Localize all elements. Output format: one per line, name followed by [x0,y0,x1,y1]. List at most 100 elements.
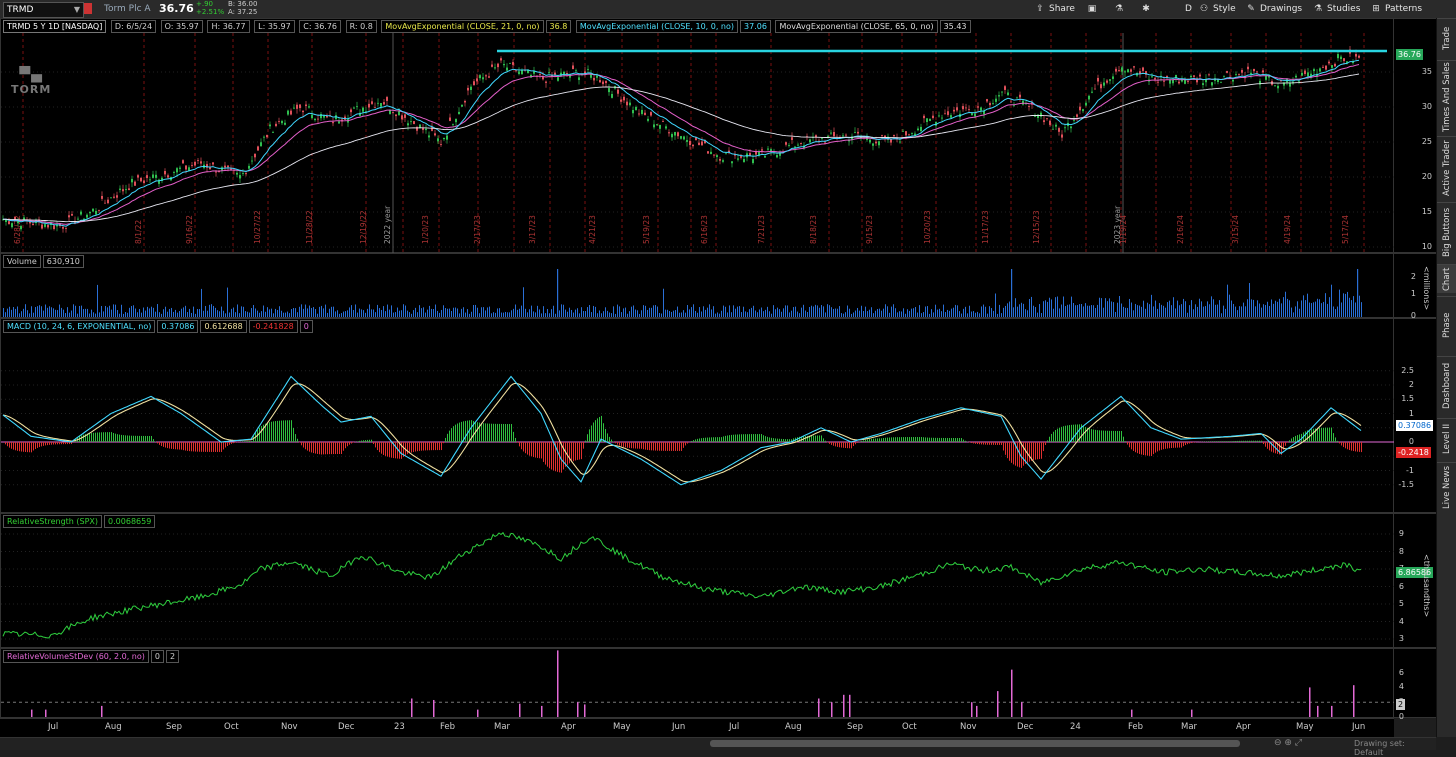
macd-histogram-bar [1331,428,1332,442]
macd-histogram-bar [777,439,778,442]
candle-body [638,114,640,115]
rvol-bar [1131,710,1133,717]
volume-bar [289,313,290,317]
right-sidebar: Trade Times And Sales Active Trader Big But… [1436,18,1456,737]
time-scrollbar[interactable]: ⊖ ⊕ ⤢ Drawing set: Default [0,737,1436,750]
volume-bar [365,313,366,317]
volume-bar [1115,312,1116,317]
volume-bar [611,313,612,317]
macd-histogram-bar [1325,428,1326,442]
price-tick: 15 [1422,207,1432,216]
volume-bar [883,309,884,317]
time-axis[interactable]: JulAugSepOctNovDec23FebMarAprMayJunJulAu… [0,718,1394,737]
volume-bar [571,310,572,317]
candle-body [1103,83,1105,86]
macd-axis[interactable]: 2.521.510.50-0.5-1-1.5 0.37086 -0.2418 [1394,318,1436,513]
volume-bar [917,313,918,317]
drawings-button[interactable]: ✎Drawings [1245,2,1302,16]
candle-body [1301,73,1303,76]
rs-axis[interactable]: 9876543 6.86586 <thousandths> [1394,513,1436,648]
rs-pane[interactable]: RelativeStrength (SPX)0.0068659 [0,513,1394,648]
volume-pane[interactable]: Volume630,910 [0,253,1394,318]
macd-tick: -1 [1406,466,1414,475]
time-axis-label: Mar [1181,722,1197,732]
tab-phase-scores[interactable]: Phase Scores [1437,296,1456,353]
share-button[interactable]: ⇪Share [1034,2,1075,16]
candle-body [1355,54,1357,57]
macd-pane[interactable]: MACD (10, 24, 6, EXPONENTIAL, no)0.37086… [0,318,1394,513]
studies-button[interactable]: ⚗Studies [1312,2,1360,16]
volume-bar [1063,297,1064,317]
macd-zero: 0 [300,320,313,333]
volume-bar [99,312,100,317]
macd-histogram-bar [871,439,872,442]
volume-bar [893,304,894,317]
candle-body [143,181,145,184]
d-button[interactable]: D [1170,2,1192,16]
rvol-bar [997,691,999,717]
volume-bar [5,312,6,317]
macd-histogram-bar [143,436,144,442]
rvol-pane[interactable]: RelativeVolumeStDev (60, 2.0, no)02 [0,648,1394,718]
rvol-tick: 0 [1399,712,1404,721]
volume-bar [895,308,896,317]
macd-histogram-bar [167,442,168,448]
candle-body [1154,78,1156,79]
volume-bar [591,312,592,317]
macd-histogram-bar [5,442,6,444]
macd-histogram-bar [579,442,580,459]
volume-bar [113,304,114,317]
volume-bar [1235,307,1236,317]
candle-body [1325,65,1327,69]
candle-body [971,113,973,115]
tab-times-and-sales[interactable]: Times And Sales [1437,60,1456,133]
tab-dashboard[interactable]: Dashboard [1437,356,1456,415]
candle-body [512,62,514,65]
macd-histogram-bar [721,437,722,442]
volume-bar [511,310,512,317]
tab-level-ii[interactable]: Level II [1437,418,1456,459]
flask-button[interactable]: ⚗ [1113,2,1128,16]
macd-histogram-bar [591,425,592,442]
macd-histogram-bar [1329,428,1330,442]
volume-bar [807,312,808,317]
volume-bar [733,305,734,317]
volume-bar [577,308,578,317]
tab-active-trader[interactable]: Active Trader [1437,136,1456,199]
zoom-controls[interactable]: ⊖ ⊕ ⤢ [1274,738,1302,748]
tab-live-news[interactable]: Live News [1437,462,1456,511]
snapshot-button[interactable]: ▣ [1086,2,1101,16]
price-axis[interactable]: 353025201510 36.76 [1394,18,1436,253]
candle-body [107,200,109,203]
tab-chart[interactable]: Chart [1437,264,1456,293]
flag-icon[interactable] [84,3,92,14]
volume-bar [811,306,812,317]
macd-histogram-bar [385,442,386,456]
gear-button[interactable]: ✱ [1140,2,1155,16]
volume-bar [325,305,326,317]
macd-histogram-bar [597,418,598,442]
macd-histogram-bar [443,442,444,443]
price-pane[interactable]: 6/28/228/1/229/16/2210/27/2211/28/2212/1… [0,18,1394,253]
macd-histogram-bar [1323,428,1324,442]
tab-trade[interactable]: Trade [1437,18,1456,57]
chevron-down-icon[interactable]: ▼ [74,3,80,17]
scrollbar-thumb[interactable] [710,740,1240,747]
macd-histogram-bar [1217,441,1218,442]
patterns-button[interactable]: ⊞Patterns [1370,2,1422,16]
volume-bar [903,308,904,317]
candle-body [1055,125,1057,127]
volume-bar [203,311,204,317]
volume-bar [547,309,548,317]
volume-bar [541,313,542,317]
style-button[interactable]: ⚇Style [1198,2,1236,16]
volume-bar [761,308,762,317]
candle-body [515,70,517,71]
volume-bar [1291,308,1292,317]
rvol-axis[interactable]: 6420 2 [1394,648,1436,718]
tab-big-buttons[interactable]: Big Buttons [1437,202,1456,261]
volume-axis[interactable]: 210 <millions> [1394,253,1436,318]
macd-histogram-bar [145,436,146,442]
symbol-input[interactable]: TRMD▼ [3,2,84,18]
candle-body [1040,113,1042,117]
